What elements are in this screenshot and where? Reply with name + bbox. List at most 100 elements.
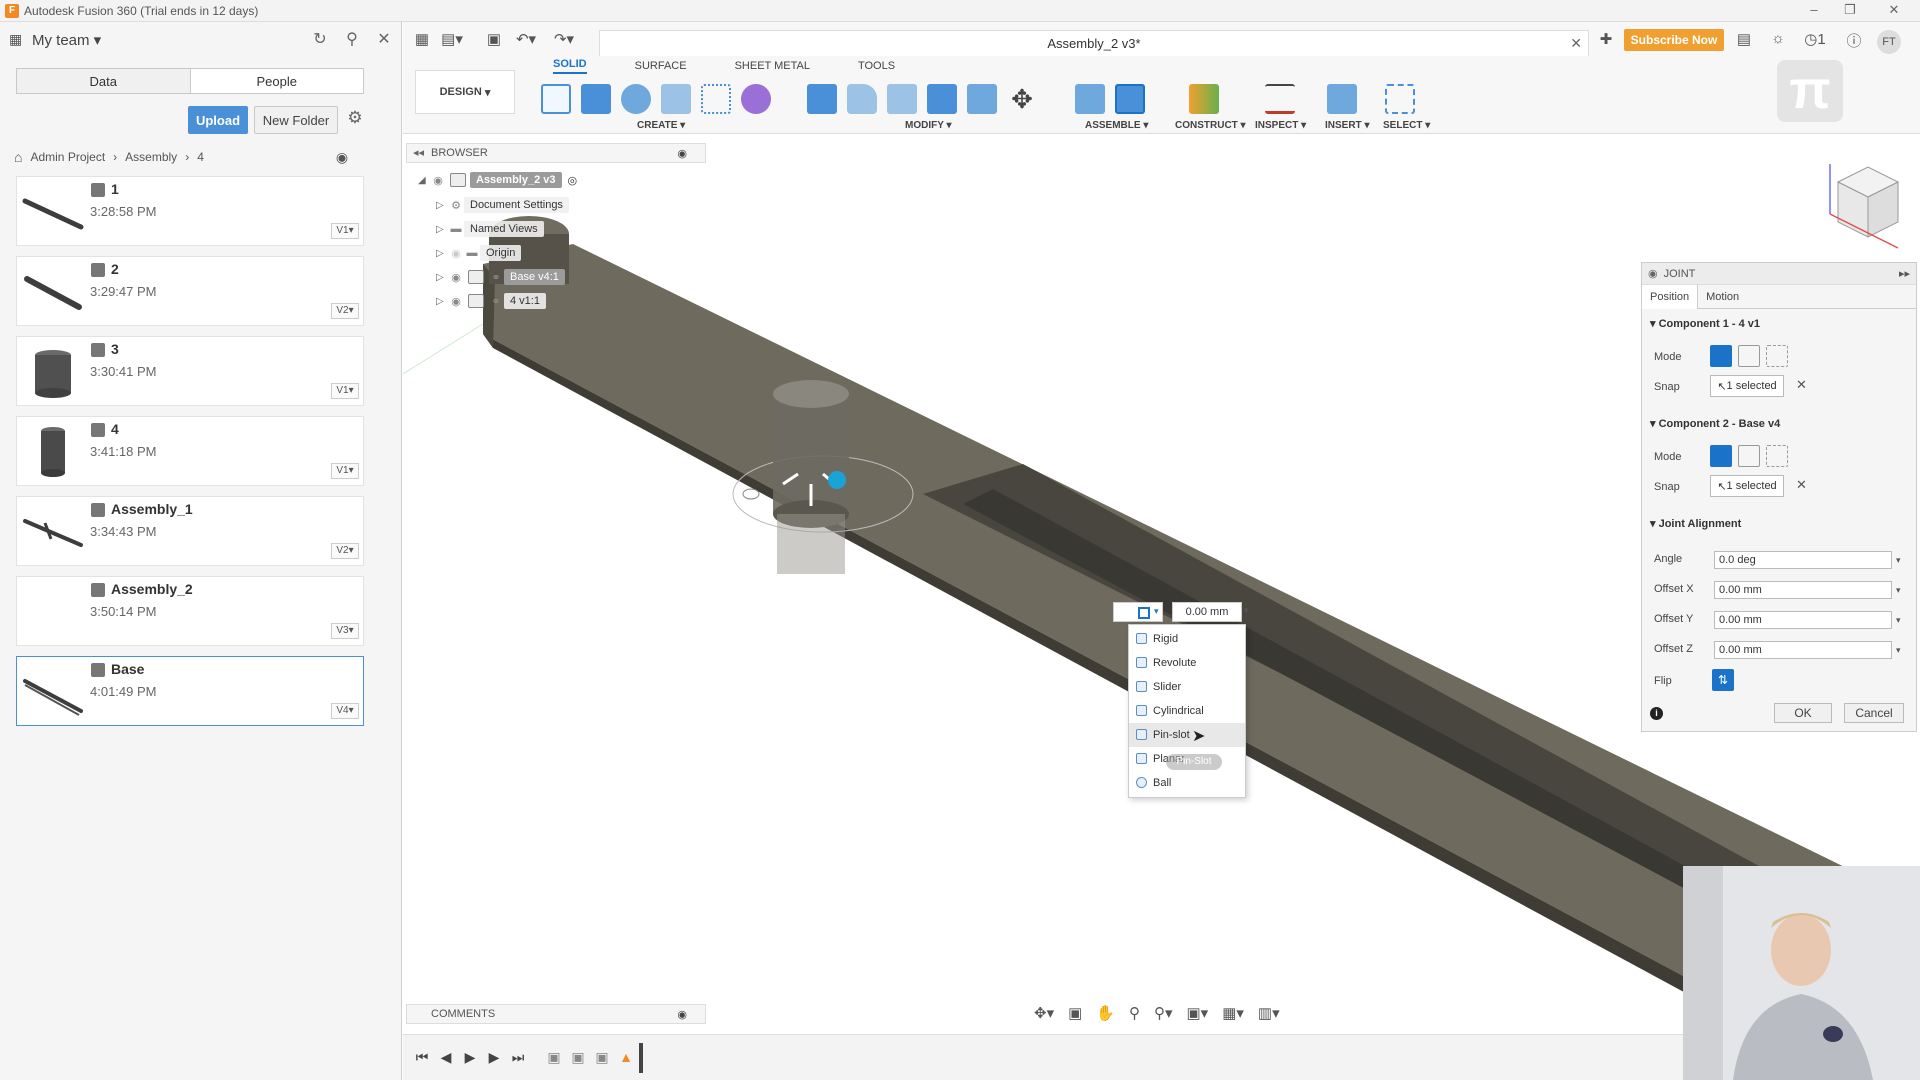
expand-arrow-icon[interactable]: ▷ [436,272,448,283]
chevron-down-icon[interactable]: ▾ [1244,605,1249,616]
new-component-icon[interactable] [1075,84,1105,114]
tab-surface[interactable]: SURFACE [635,60,687,72]
component1-section[interactable]: ▾ Component 1 - 4 v1 [1650,317,1760,330]
breadcrumb-item[interactable]: Admin Project [30,150,105,164]
extrude-icon[interactable] [581,84,611,114]
file-card[interactable]: Assembly_1 3:34:43 PM V2▾ [16,496,364,566]
comments-panel[interactable]: COMMENTS ◉ [406,1004,706,1024]
grid-icon[interactable]: ▦▾ [1222,1004,1244,1022]
expand-arrow-icon[interactable]: ▷ [436,296,448,307]
timeline-feature-icon[interactable]: ▣ [591,1049,613,1066]
menu-item-rigid[interactable]: Rigid [1129,627,1245,651]
joint-origin-handle[interactable] [828,471,846,489]
construct-menu[interactable]: CONSTRUCT ▾ [1175,120,1246,131]
revolve-icon[interactable] [621,84,651,114]
timeline-feature-icon[interactable]: ▣ [543,1049,565,1066]
apps-grid-icon[interactable]: ▦ [411,30,433,50]
browser-item[interactable]: ▷ ◉ ⚭ Base v4:1 [436,267,565,287]
browser-root[interactable]: ◢ ◉ Assembly_2 v3 ◎ [418,170,577,190]
close-panel-icon[interactable]: ✕ [374,29,394,49]
notification-count[interactable]: ◷1 [1797,30,1833,50]
new-folder-button[interactable]: New Folder [254,106,338,134]
visibility-off-icon[interactable]: ◉ [448,247,464,260]
breadcrumb-item[interactable]: Assembly [125,150,177,164]
go-to-start-icon[interactable]: ⏮ [411,1049,433,1066]
tab-people[interactable]: People [191,69,364,93]
tab-sheet-metal[interactable]: SHEET METAL [735,60,810,72]
clear-selection-icon[interactable]: ✕ [1796,477,1807,493]
timeline-marker[interactable] [639,1043,643,1073]
view-cube[interactable] [1808,152,1908,252]
look-at-icon[interactable]: ▣ [1068,1004,1082,1022]
file-card-selected[interactable]: Base 4:01:49 PM V4▾ [16,656,364,726]
refresh-icon[interactable]: ↻ [310,29,330,49]
combine-icon[interactable] [927,84,957,114]
offset-y-input[interactable]: 0.00 mm [1714,611,1892,629]
cancel-button[interactable]: Cancel [1844,703,1904,723]
insert-menu[interactable]: INSERT ▾ [1325,120,1369,131]
mode-simple-icon[interactable] [1710,345,1732,367]
chevron-down-icon[interactable]: ▾ [1896,585,1901,596]
menu-item-cylindrical[interactable]: Cylindrical [1129,699,1245,723]
insert-image-icon[interactable] [1327,84,1357,114]
file-card[interactable]: 3 3:30:41 PM V1▾ [16,336,364,406]
menu-item-revolute[interactable]: Revolute [1129,651,1245,675]
version-badge[interactable]: V4▾ [331,703,359,719]
workspace-dropdown[interactable]: DESIGN ▾ [415,70,515,114]
info-icon[interactable]: i [1650,707,1663,720]
step-back-icon[interactable]: ◀ [435,1049,457,1066]
display-settings-icon[interactable]: ▣▾ [1187,1004,1209,1022]
snap-selection[interactable]: ↖ 1 selected [1710,475,1784,497]
mode-two-edge-icon[interactable] [1766,345,1788,367]
menu-item-ball[interactable]: Ball [1129,771,1245,795]
fillet-icon[interactable] [847,84,877,114]
hole-icon[interactable] [661,84,691,114]
user-avatar[interactable]: FT [1877,30,1901,54]
offset-z-input[interactable]: 0.00 mm [1714,641,1892,659]
offset-x-input[interactable]: 0.00 mm [1714,581,1892,599]
chamfer-icon[interactable] [887,84,917,114]
timeline-feature-icon[interactable]: ▣ [567,1049,589,1066]
subscribe-button[interactable]: Subscribe Now [1624,29,1724,51]
gear-icon[interactable]: ⚙ [344,108,366,130]
offset-plane-icon[interactable] [1189,84,1219,114]
viewports-icon[interactable]: ▥▾ [1258,1004,1280,1022]
go-to-end-icon[interactable]: ⏭ [507,1049,529,1066]
browser-item[interactable]: ▷ ⚙ Document Settings [436,195,569,215]
expand-arrow-icon[interactable]: ▷ [436,200,448,211]
chevron-down-icon[interactable]: ▾ [1896,645,1901,656]
split-body-icon[interactable] [967,84,997,114]
minimize-icon[interactable]: – [1800,2,1828,20]
visibility-icon[interactable]: ◉ [448,295,464,308]
mode-two-edge-icon[interactable] [1766,445,1788,467]
expand-dialog-icon[interactable]: ▸▸ [1899,267,1910,280]
file-card[interactable]: 2 3:29:47 PM V2▾ [16,256,364,326]
version-badge[interactable]: V3▾ [331,623,359,639]
file-card[interactable]: 4 3:41:18 PM V1▾ [16,416,364,486]
close-window-icon[interactable]: ✕ [1880,2,1908,20]
notifications-icon[interactable]: ☼ [1767,30,1789,50]
pattern-icon[interactable] [701,84,731,114]
timeline-joint-icon[interactable]: ▲ [615,1049,637,1065]
press-pull-icon[interactable] [807,84,837,114]
chevron-down-icon[interactable]: ▾ [1896,555,1901,566]
tab-motion[interactable]: Motion [1698,285,1747,309]
version-badge[interactable]: V1▾ [331,463,359,479]
version-badge[interactable]: V2▾ [331,543,359,559]
joint-type-button[interactable]: ▾ [1113,602,1163,622]
search-icon[interactable]: ⚲ [342,29,362,49]
visibility-icon[interactable]: ◉ [430,174,446,187]
menu-item-pin-slot[interactable]: Pin-slot [1129,723,1245,747]
browser-item[interactable]: ▷ ▬ Named Views [436,219,544,239]
create-menu[interactable]: CREATE ▾ [637,120,685,131]
tab-solid[interactable]: SOLID [553,58,587,74]
ok-button[interactable]: OK [1774,703,1832,723]
select-menu[interactable]: SELECT ▾ [1383,120,1430,131]
create-sketch-icon[interactable] [541,84,571,114]
new-tab-icon[interactable]: ✚ [1595,30,1617,50]
menu-item-slider[interactable]: Slider [1129,675,1245,699]
assemble-menu[interactable]: ASSEMBLE ▾ [1085,120,1148,131]
upload-button[interactable]: Upload [188,106,248,134]
mode-between-icon[interactable] [1738,345,1760,367]
expand-arrow-icon[interactable]: ▷ [436,224,448,235]
